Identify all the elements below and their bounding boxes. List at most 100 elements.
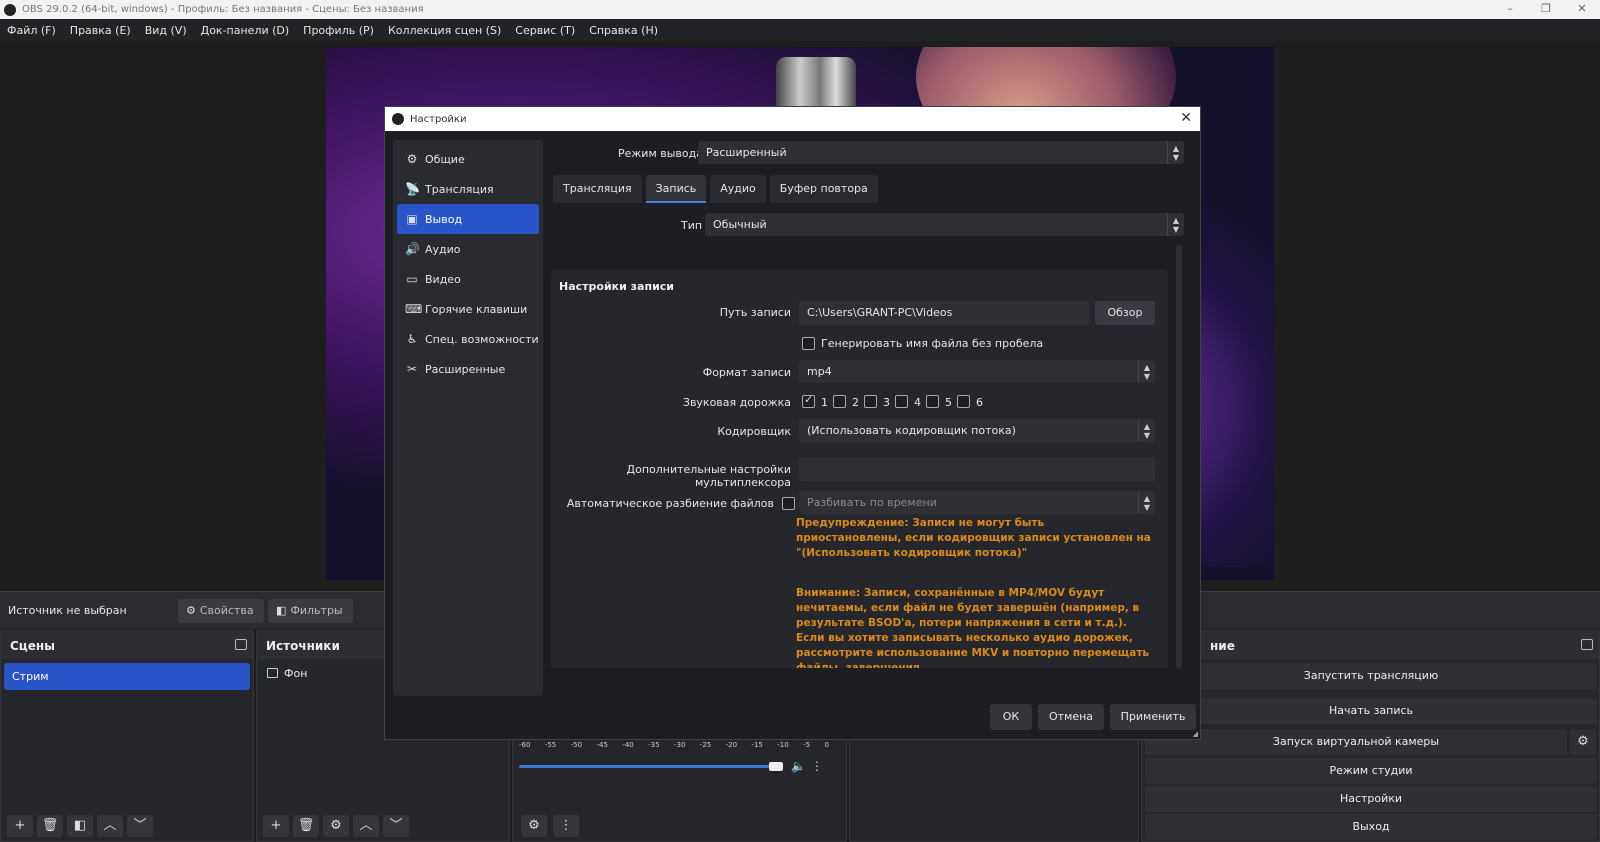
mixer-more-button[interactable]: ⋮ xyxy=(553,815,579,837)
tab-streaming[interactable]: Трансляция xyxy=(553,175,642,203)
muxer-settings-label: Дополнительные настройки мультиплексора xyxy=(626,463,792,489)
menu-help[interactable]: Справка (H) xyxy=(582,24,665,37)
nav-audio[interactable]: 🔊 Аудио xyxy=(397,234,539,264)
source-properties-button[interactable]: ⚙ xyxy=(323,815,349,837)
browse-button[interactable]: Обзор xyxy=(1095,301,1155,325)
virtual-camera-settings-icon[interactable]: ⚙ xyxy=(1570,729,1596,755)
nav-output[interactable]: ▣ Вывод xyxy=(397,204,539,234)
track-3-label: 3 xyxy=(883,396,890,409)
add-scene-button[interactable]: + xyxy=(7,815,33,837)
mixer-settings-button[interactable]: ⚙ xyxy=(521,815,547,837)
nav-stream[interactable]: 📡 Трансляция xyxy=(397,174,539,204)
scenes-header: Сцены xyxy=(1,631,253,659)
recording-type-select[interactable]: Обычный ▲ ▼ xyxy=(705,213,1184,236)
split-mode-select[interactable]: Разбивать по времени ▲ ▼ xyxy=(799,491,1155,514)
controls-header: ние xyxy=(1142,631,1599,659)
menu-profile[interactable]: Профиль (P) xyxy=(296,24,381,37)
track-2-label: 2 xyxy=(852,396,859,409)
scene-item[interactable]: Стрим xyxy=(4,663,250,690)
menu-tools[interactable]: Сервис (T) xyxy=(508,24,582,37)
gear-icon: ⚙ xyxy=(186,604,196,617)
auto-split-checkbox[interactable] xyxy=(782,497,795,510)
mute-speaker-icon[interactable]: 🔈 xyxy=(791,759,806,773)
menu-view[interactable]: Вид (V) xyxy=(138,24,194,37)
virtual-camera-button[interactable]: Запуск виртуальной камеры xyxy=(1145,729,1567,755)
audio-track-label: Звуковая дорожка xyxy=(682,396,791,409)
tab-replay-buffer[interactable]: Буфер повтора xyxy=(769,175,878,203)
spinner-arrows-icon: ▲ ▼ xyxy=(1138,491,1155,514)
no-space-checkbox[interactable] xyxy=(802,337,815,350)
restore-button[interactable]: ❐ xyxy=(1528,0,1564,19)
apply-button[interactable]: Применить xyxy=(1110,704,1196,730)
resize-grip-icon[interactable]: ◢ xyxy=(1193,730,1198,738)
encoder-select[interactable]: (Использовать кодировщик потока) ▲ ▼ xyxy=(799,419,1155,442)
remove-source-button[interactable]: 🗑 xyxy=(293,815,319,837)
move-down-button[interactable]: ﹀ xyxy=(127,815,153,837)
filters-button[interactable]: ◧ Фильтры xyxy=(268,599,353,623)
muxer-settings-input[interactable] xyxy=(799,457,1155,481)
keyboard-icon: ⌨ xyxy=(405,302,423,316)
close-window-button[interactable]: ✕ xyxy=(1564,0,1600,19)
gear-icon: ⚙ xyxy=(406,152,418,166)
nav-advanced[interactable]: ✂ Расширенные xyxy=(397,354,539,384)
encoder-pause-warning: Предупреждение: Записи не могут быть при… xyxy=(796,517,1151,559)
tab-audio[interactable]: Аудио xyxy=(710,175,766,203)
track-5-label: 5 xyxy=(945,396,952,409)
no-space-label: Генерировать имя файла без пробела xyxy=(821,337,1044,350)
start-stream-button[interactable]: Запустить трансляцию xyxy=(1145,663,1597,689)
menu-file[interactable]: Файл (F) xyxy=(0,24,63,37)
dialog-title-bar: Настройки ✕ xyxy=(385,107,1200,131)
close-icon[interactable]: ✕ xyxy=(1180,110,1192,126)
volume-slider-handle[interactable] xyxy=(769,762,783,771)
remove-scene-button[interactable]: 🗑 xyxy=(37,815,63,837)
nav-hotkeys[interactable]: ⌨ Горячие клавиши xyxy=(397,294,539,324)
track-6-checkbox[interactable] xyxy=(957,395,970,408)
filter-icon: ◧ xyxy=(276,604,287,617)
nav-general[interactable]: ⚙ Общие xyxy=(397,144,539,174)
track-4-checkbox[interactable] xyxy=(895,395,908,408)
cancel-button[interactable]: Отмена xyxy=(1038,704,1104,730)
exit-button[interactable]: Выход xyxy=(1145,814,1597,840)
studio-mode-button[interactable]: Режим студии xyxy=(1145,758,1597,784)
menu-docks[interactable]: Док-панели (D) xyxy=(194,24,297,37)
tab-recording[interactable]: Запись xyxy=(645,175,707,203)
volume-slider[interactable] xyxy=(519,765,774,768)
window-title: OBS 29.0.2 (64-bit, windows) - Профиль: … xyxy=(22,4,424,15)
source-down-button[interactable]: ﹀ xyxy=(383,815,409,837)
recording-path-input[interactable]: C:\Users\GRANT-PC\Videos xyxy=(799,301,1089,325)
output-mode-select[interactable]: Расширенный ▲ ▼ xyxy=(698,141,1184,164)
image-icon xyxy=(267,668,278,678)
properties-button[interactable]: ⚙ Свойства xyxy=(178,599,264,623)
auto-split-label: Автоматическое разбиение файлов xyxy=(566,497,774,510)
output-icon: ▣ xyxy=(406,212,418,226)
start-record-button[interactable]: Начать запись xyxy=(1145,698,1597,724)
source-up-button[interactable]: ︿ xyxy=(353,815,379,837)
track-2-checkbox[interactable] xyxy=(833,395,846,408)
track-3-checkbox[interactable] xyxy=(864,395,877,408)
menu-scene-collection[interactable]: Коллекция сцен (S) xyxy=(381,24,508,37)
undock-icon[interactable] xyxy=(1581,639,1593,650)
nav-video[interactable]: ▭ Видео xyxy=(397,264,539,294)
scenes-dock: Сцены Стрим + 🗑 ◧ ︿ ﹀ xyxy=(0,630,254,842)
minimize-button[interactable]: – xyxy=(1492,0,1528,19)
menu-edit[interactable]: Правка (E) xyxy=(63,24,138,37)
undock-icon[interactable] xyxy=(235,639,247,650)
nav-accessibility[interactable]: ♿ Спец. возможности xyxy=(397,324,539,354)
settings-dialog: Настройки ✕ ⚙ Общие 📡 Трансляция ▣ Вывод 🔊 А… xyxy=(384,106,1201,740)
obs-logo-icon xyxy=(392,113,404,125)
move-up-button[interactable]: ︿ xyxy=(97,815,123,837)
mp4-warning: Внимание: Записи, сохранённые в MP4/MOV … xyxy=(796,587,1150,668)
add-source-button[interactable]: + xyxy=(263,815,289,837)
settings-button[interactable]: Настройки xyxy=(1145,786,1597,812)
track-5-checkbox[interactable] xyxy=(926,395,939,408)
ok-button[interactable]: ОК xyxy=(990,704,1032,730)
menu-bar: Файл (F) Правка (E) Вид (V) Док-панели (… xyxy=(0,19,1600,41)
mixer-menu-icon[interactable]: ⋮ xyxy=(811,759,823,773)
track-1-label: 1 xyxy=(821,396,828,409)
settings-scrollbar[interactable] xyxy=(1176,245,1182,669)
track-1-checkbox[interactable] xyxy=(802,393,815,408)
recording-format-select[interactable]: mp4 ▲ ▼ xyxy=(799,360,1155,383)
track-6-label: 6 xyxy=(976,396,983,409)
tools-icon: ✂ xyxy=(406,362,418,376)
scene-filters-button[interactable]: ◧ xyxy=(67,815,93,837)
